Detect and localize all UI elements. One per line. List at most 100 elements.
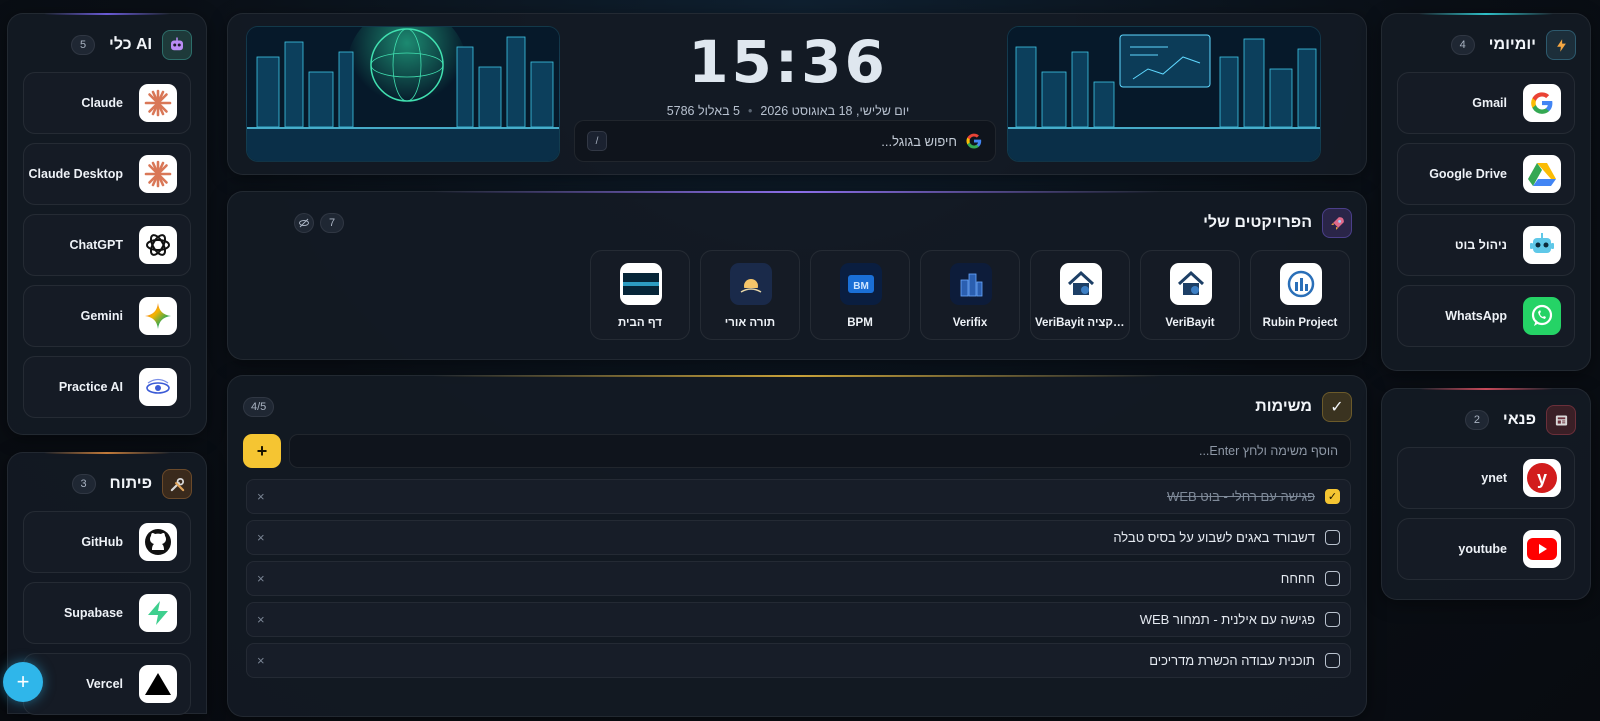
google-drive-icon [1523, 155, 1561, 193]
homepage-preview-icon [620, 263, 662, 305]
dev-title: פיתוח [109, 475, 152, 492]
google-icon [1523, 84, 1561, 122]
daily-panel: יומיומי 4 Gmail Google Drive ניהול בוט W… [1381, 13, 1591, 371]
link-chatgpt[interactable]: ChatGPT [23, 214, 191, 276]
task-checkbox[interactable] [1325, 530, 1340, 545]
task-text: חחחח [1280, 571, 1315, 586]
robot-icon [1523, 226, 1561, 264]
tasks-panel: ✓ משימות 4/5 + ✓ פגישה עם רחלי - בוט WEB… [227, 375, 1367, 717]
project-label: תורה אורי [724, 317, 776, 329]
project-veribayit-app[interactable]: VeriBayit אפליקציה [1030, 250, 1130, 340]
ai-tools-panel: כלי AI 5 Claude Claude Desktop ChatGPT G… [7, 13, 207, 435]
rubin-logo-icon [1280, 263, 1322, 305]
project-label: VeriBayit [1165, 317, 1215, 329]
task-row: פגישה עם אילנית - תמחור WEB × [246, 602, 1351, 637]
delete-task-icon[interactable]: × [257, 489, 265, 504]
delete-task-icon[interactable]: × [257, 571, 265, 586]
add-fab-button[interactable]: + [3, 662, 43, 702]
task-text: פגישה עם רחלי - בוט WEB [1167, 489, 1315, 504]
supabase-icon [139, 594, 177, 632]
link-gemini[interactable]: Gemini [23, 285, 191, 347]
google-search-box[interactable]: / [574, 120, 996, 162]
bpm-logo-icon: BM [840, 263, 882, 305]
link-practice-ai[interactable]: Practice AI [23, 356, 191, 418]
link-label: Google Drive [1429, 167, 1507, 181]
task-row: תוכנית עבודה הכשרת מדריכים × [246, 643, 1351, 678]
link-gmail[interactable]: Gmail [1397, 72, 1575, 134]
claude-icon [139, 155, 177, 193]
projects-title: הפרויקטים שלי [1203, 214, 1312, 231]
sunrise-book-icon [730, 263, 772, 305]
link-youtube[interactable]: youtube [1397, 518, 1575, 580]
link-label: WhatsApp [1445, 309, 1507, 323]
task-input-wrap [289, 434, 1351, 468]
task-checkbox[interactable]: ✓ [1325, 489, 1340, 504]
rocket-icon [1322, 208, 1352, 238]
search-shortcut: / [587, 131, 607, 151]
youtube-icon [1523, 530, 1561, 568]
link-label: Supabase [63, 606, 123, 620]
tools-icon [162, 469, 192, 499]
project-homepage[interactable]: דף הבית [590, 250, 690, 340]
delete-task-icon[interactable]: × [257, 612, 265, 627]
task-row: חחחח × [246, 561, 1351, 596]
leisure-panel: פנאי 2 y ynet youtube [1381, 388, 1591, 600]
task-input[interactable] [290, 435, 1350, 467]
github-icon [139, 523, 177, 561]
link-claude-desktop[interactable]: Claude Desktop [23, 143, 191, 205]
project-label: Rubin Project [1262, 317, 1338, 329]
daily-count: 4 [1450, 35, 1475, 55]
link-label: ניהול בוט [1454, 238, 1507, 252]
project-rubin[interactable]: Rubin Project [1250, 250, 1350, 340]
add-task-button[interactable]: + [243, 434, 281, 468]
link-vercel[interactable]: Vercel [23, 653, 191, 715]
link-label: GitHub [81, 535, 123, 549]
task-text: פגישה עם אילנית - תמחור WEB [1139, 612, 1315, 627]
project-label: BPM [847, 317, 873, 329]
link-whatsapp[interactable]: WhatsApp [1397, 285, 1575, 347]
task-checkbox[interactable] [1325, 653, 1340, 668]
link-label: Vercel [86, 677, 123, 691]
link-label: ChatGPT [69, 238, 123, 252]
link-label: Gmail [1472, 96, 1507, 110]
link-bot-management[interactable]: ניהול בוט [1397, 214, 1575, 276]
whatsapp-icon [1523, 297, 1561, 335]
task-text: תוכנית עבודה הכשרת מדריכים [1149, 653, 1315, 668]
google-icon [966, 133, 982, 149]
check-icon: ✓ [1322, 392, 1352, 422]
project-bpm[interactable]: BM BPM [810, 250, 910, 340]
task-checkbox[interactable] [1325, 571, 1340, 586]
link-ynet[interactable]: y ynet [1397, 447, 1575, 509]
lightning-icon [1546, 30, 1576, 60]
link-supabase[interactable]: Supabase [23, 582, 191, 644]
leisure-count: 2 [1464, 410, 1489, 430]
project-verifix[interactable]: Verifix [920, 250, 1020, 340]
tasks-progress: 4/5 [243, 397, 275, 417]
visibility-toggle-icon[interactable] [294, 213, 314, 233]
project-torah-ori[interactable]: תורה אורי [700, 250, 800, 340]
vercel-icon [139, 665, 177, 703]
link-github[interactable]: GitHub [23, 511, 191, 573]
house-icon [1060, 263, 1102, 305]
tasks-title: משימות [1255, 398, 1312, 415]
delete-task-icon[interactable]: × [257, 653, 265, 668]
link-label: youtube [1458, 542, 1507, 556]
chatgpt-icon [139, 226, 177, 264]
task-row: דשבורד באגים לשבוע על בסיס טבלה × [246, 520, 1351, 555]
search-input[interactable] [607, 133, 957, 149]
gregorian-date: יום שלישי, 18 באוגוסט 2026 [760, 104, 910, 118]
delete-task-icon[interactable]: × [257, 530, 265, 545]
date-line: יום שלישי, 18 באוגוסט 2026•5 באלול 5786 [666, 104, 910, 118]
link-google-drive[interactable]: Google Drive [1397, 143, 1575, 205]
ynet-icon: y [1523, 459, 1561, 497]
daily-title: יומיומי [1488, 36, 1536, 53]
link-claude[interactable]: Claude [23, 72, 191, 134]
link-label: ynet [1481, 471, 1507, 485]
project-label: Verifix [952, 317, 988, 329]
link-label: Gemini [80, 309, 123, 323]
task-text: דשבורד באגים לשבוע על בסיס טבלה [1113, 530, 1315, 545]
task-checkbox[interactable] [1325, 612, 1340, 627]
project-veribayit[interactable]: VeriBayit [1140, 250, 1240, 340]
project-label: דף הבית [618, 317, 662, 329]
eye-icon [139, 368, 177, 406]
